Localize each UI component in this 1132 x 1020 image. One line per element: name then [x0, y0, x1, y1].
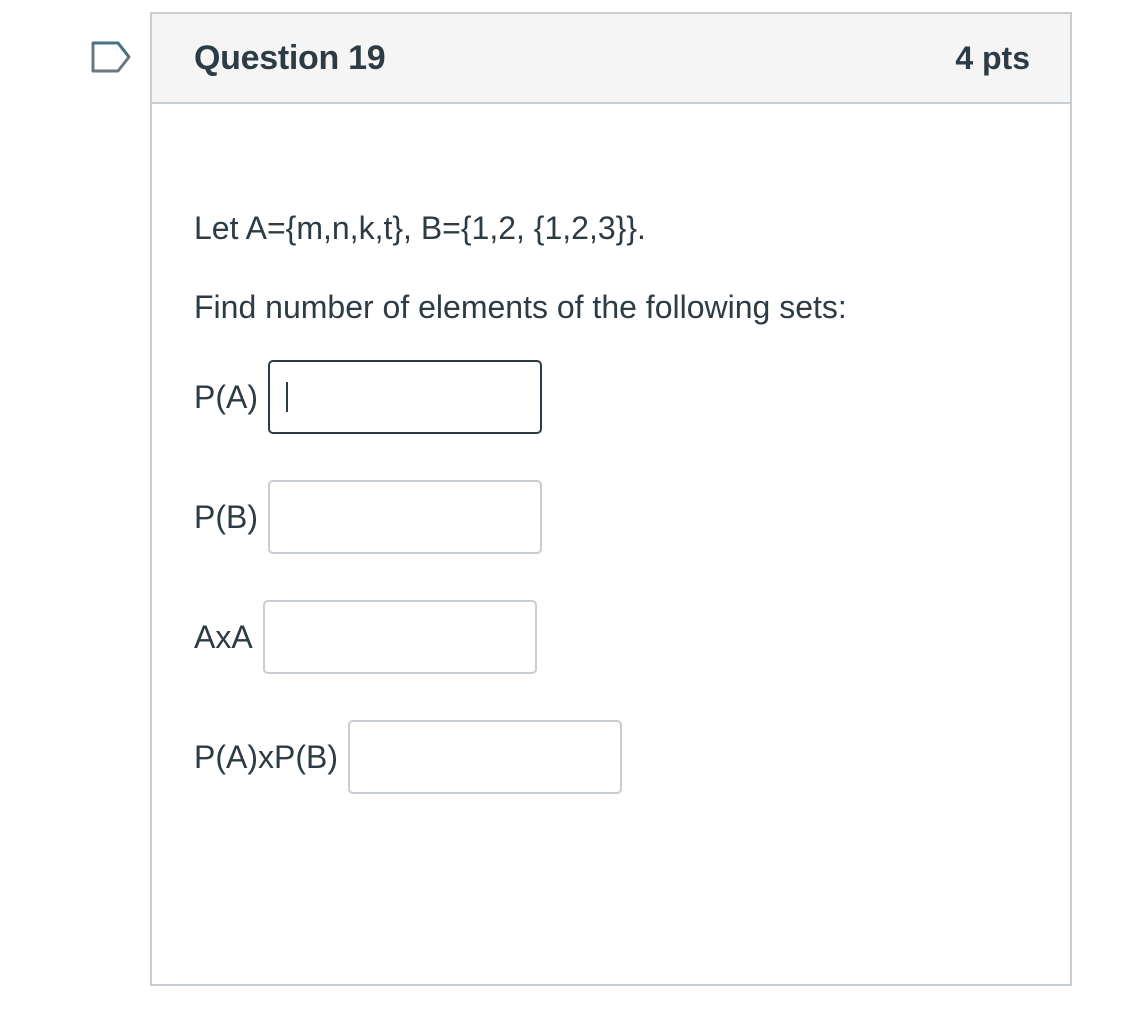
answer-label-papb: P(A)xP(B) [194, 738, 338, 775]
question-card: Question 19 4 pts Let A={m,n,k,t}, B={1,… [150, 12, 1072, 986]
text-caret [286, 382, 288, 412]
answer-label-pa: P(A) [194, 378, 258, 415]
answer-input-pa[interactable] [268, 360, 542, 434]
answer-input-pb[interactable] [268, 480, 542, 554]
question-header: Question 19 4 pts [152, 14, 1070, 104]
answer-label-axa: AxA [194, 618, 253, 655]
answer-row-pb: P(B) [194, 480, 542, 554]
answer-label-pb: P(B) [194, 498, 258, 535]
question-title: Question 19 [194, 38, 386, 77]
question-prompt-instruction: Find number of elements of the following… [194, 289, 847, 325]
flag-question-icon[interactable] [90, 40, 132, 74]
answer-row-axa: AxA [194, 600, 537, 674]
answer-row-pa: P(A) [194, 360, 542, 434]
question-points: 4 pts [955, 39, 1030, 76]
answer-input-papb[interactable] [348, 720, 622, 794]
answer-input-axa[interactable] [262, 600, 537, 674]
answer-row-papb: P(A)xP(B) [194, 720, 622, 794]
question-prompt-sets: Let A={m,n,k,t}, B={1,2, {1,2,3}}. [194, 210, 646, 246]
